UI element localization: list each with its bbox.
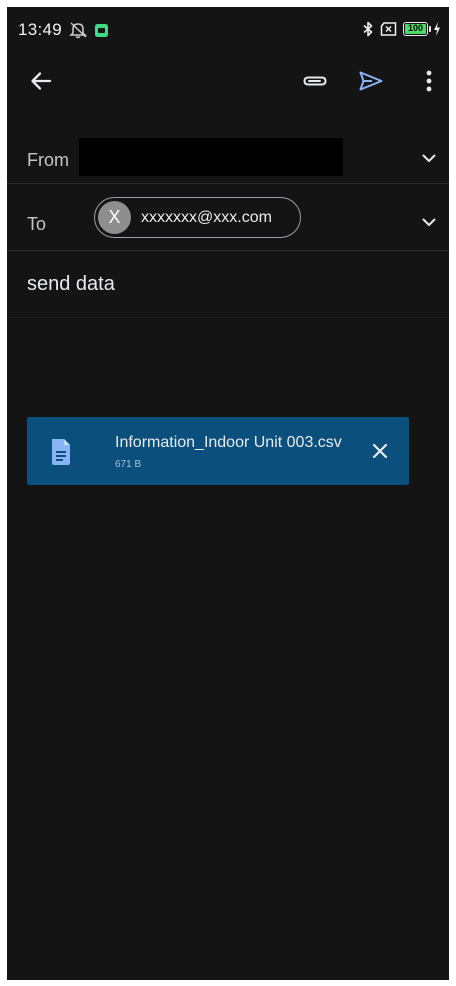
document-icon <box>50 439 72 465</box>
attachment-filename: Information_Indoor Unit 003.csv <box>115 434 342 451</box>
compose-screen: 13:49 100 From To X xxxxxxx@xxx.com send… <box>7 7 449 980</box>
to-row: To X xxxxxxx@xxx.com <box>7 184 449 250</box>
status-time: 13:49 <box>18 20 63 39</box>
back-button[interactable] <box>21 61 61 101</box>
from-label: From <box>27 150 69 170</box>
avatar: X <box>98 201 131 234</box>
attachment-size: 671 B <box>115 459 142 470</box>
alarm-off-icon <box>69 21 89 39</box>
battery-nub <box>429 26 431 32</box>
status-right-icons: 100 <box>362 21 441 37</box>
battery-level: 100 <box>407 23 424 33</box>
from-row: From <box>7 119 449 183</box>
to-expand-button[interactable] <box>417 210 441 234</box>
more-vert-icon <box>426 70 432 92</box>
more-options-button[interactable] <box>409 61 449 101</box>
battery-icon: 100 <box>403 22 428 36</box>
arrow-back-icon <box>30 71 52 91</box>
recipient-chip[interactable]: X xxxxxxx@xxx.com <box>94 197 301 238</box>
remove-attachment-button[interactable] <box>367 438 393 464</box>
close-icon <box>372 443 388 459</box>
attach-button[interactable] <box>295 61 335 101</box>
app-notification-icon <box>95 23 108 37</box>
recipient-email: xxxxxxx@xxx.com <box>141 208 272 226</box>
status-left-icons <box>69 21 108 39</box>
subject-field[interactable]: send data <box>7 251 449 317</box>
no-sim-icon <box>380 22 397 36</box>
status-bar: 13:49 100 <box>7 7 449 51</box>
bluetooth-icon <box>362 21 374 37</box>
paperclip-icon <box>302 74 328 88</box>
chevron-down-icon <box>422 154 436 163</box>
divider <box>7 317 449 318</box>
subject-text: send data <box>27 273 115 295</box>
send-button[interactable] <box>351 61 391 101</box>
charging-icon <box>433 22 441 36</box>
compose-toolbar <box>7 53 449 109</box>
attachment-card[interactable]: Information_Indoor Unit 003.csv 671 B <box>27 417 409 485</box>
from-account-field[interactable] <box>79 138 343 176</box>
send-icon <box>358 70 384 92</box>
compose-body-field[interactable] <box>7 319 449 409</box>
chevron-down-icon <box>422 218 436 227</box>
from-expand-button[interactable] <box>417 146 441 170</box>
to-label: To <box>27 214 47 234</box>
